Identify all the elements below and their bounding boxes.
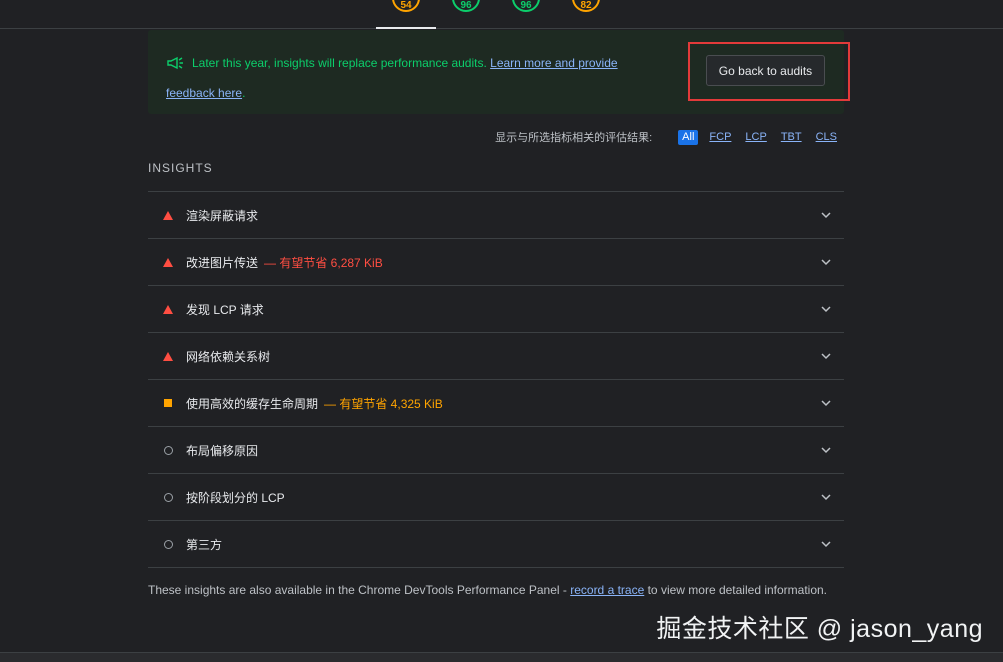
annotation-highlight-box [688,42,850,101]
insight-row-render-blocking[interactable]: 渲染屏蔽请求 [148,192,844,239]
insight-row-network-dependency-tree[interactable]: 网络依赖关系树 [148,333,844,380]
insight-title: 渲染屏蔽请求 [186,208,259,223]
chevron-down-icon[interactable] [820,397,832,409]
chevron-down-icon[interactable] [820,491,832,503]
insight-title: 布局偏移原因 [186,443,259,458]
lighthouse-report: 54 96 96 82 Later this year, insights wi… [0,0,1003,662]
filter-chip-tbt[interactable]: TBT [778,130,805,145]
info-circle-icon [162,445,174,455]
filter-chip-lcp[interactable]: LCP [742,130,769,145]
performance-score-gauge[interactable]: 54 [392,0,420,12]
insight-title: 使用高效的缓存生命周期 [186,396,319,411]
fail-triangle-icon [162,351,174,361]
chevron-down-icon[interactable] [820,350,832,362]
insight-row-layout-shift[interactable]: 布局偏移原因 [148,427,844,474]
accessibility-score-gauge[interactable]: 96 [452,0,480,12]
insight-title: 网络依赖关系树 [186,349,271,364]
fail-triangle-icon [162,210,174,220]
average-square-icon [162,399,174,407]
best-practices-score-gauge[interactable]: 96 [512,0,540,12]
insight-row-cache-lifetime[interactable]: 使用高效的缓存生命周期 — 有望节省 4,325 KiB [148,380,844,427]
chevron-down-icon[interactable] [820,538,832,550]
megaphone-icon [166,53,186,80]
insight-row-lcp-discovery[interactable]: 发现 LCP 请求 [148,286,844,333]
insight-savings: — 有望节省 6,287 KiB [264,255,383,270]
chevron-down-icon[interactable] [820,256,832,268]
insight-savings: — 有望节省 4,325 KiB [324,396,443,411]
devtools-bottom-bar [0,652,1003,662]
metric-filter: 显示与所选指标相关的评估结果: All FCP LCP TBT CLS [495,129,840,145]
insight-title: 改进图片传送 [186,255,259,270]
notice-message: Later this year, insights will replace p… [166,50,686,107]
notice-text: Later this year, insights will replace p… [192,56,487,70]
info-circle-icon [162,492,174,502]
record-trace-link[interactable]: record a trace [570,583,644,597]
seo-score-gauge[interactable]: 82 [572,0,600,12]
chevron-down-icon[interactable] [820,209,832,221]
insight-title: 发现 LCP 请求 [186,302,264,317]
insight-row-third-parties[interactable]: 第三方 [148,521,844,568]
chevron-down-icon[interactable] [820,444,832,456]
insight-row-image-delivery[interactable]: 改进图片传送 — 有望节省 6,287 KiB [148,239,844,286]
score-gauge-strip: 54 96 96 82 [0,0,1003,29]
filter-label: 显示与所选指标相关的评估结果: [495,132,653,144]
insight-row-lcp-phases[interactable]: 按阶段划分的 LCP [148,474,844,521]
chevron-down-icon[interactable] [820,303,832,315]
insight-title: 按阶段划分的 LCP [186,490,285,505]
watermark: 掘金技术社区 @ jason_yang [656,615,983,643]
filter-chip-cls[interactable]: CLS [813,130,840,145]
insights-heading: INSIGHTS [148,161,213,175]
filter-chip-all[interactable]: All [678,129,699,145]
insights-list: 渲染屏蔽请求 改进图片传送 — 有望节省 6,287 KiB 发现 LCP 请求… [148,191,844,568]
info-circle-icon [162,539,174,549]
insight-title: 第三方 [186,537,223,552]
fail-triangle-icon [162,304,174,314]
filter-chip-fcp[interactable]: FCP [706,130,734,145]
active-tab-underline [376,27,436,29]
insights-footer-note: These insights are also available in the… [148,583,828,597]
fail-triangle-icon [162,257,174,267]
